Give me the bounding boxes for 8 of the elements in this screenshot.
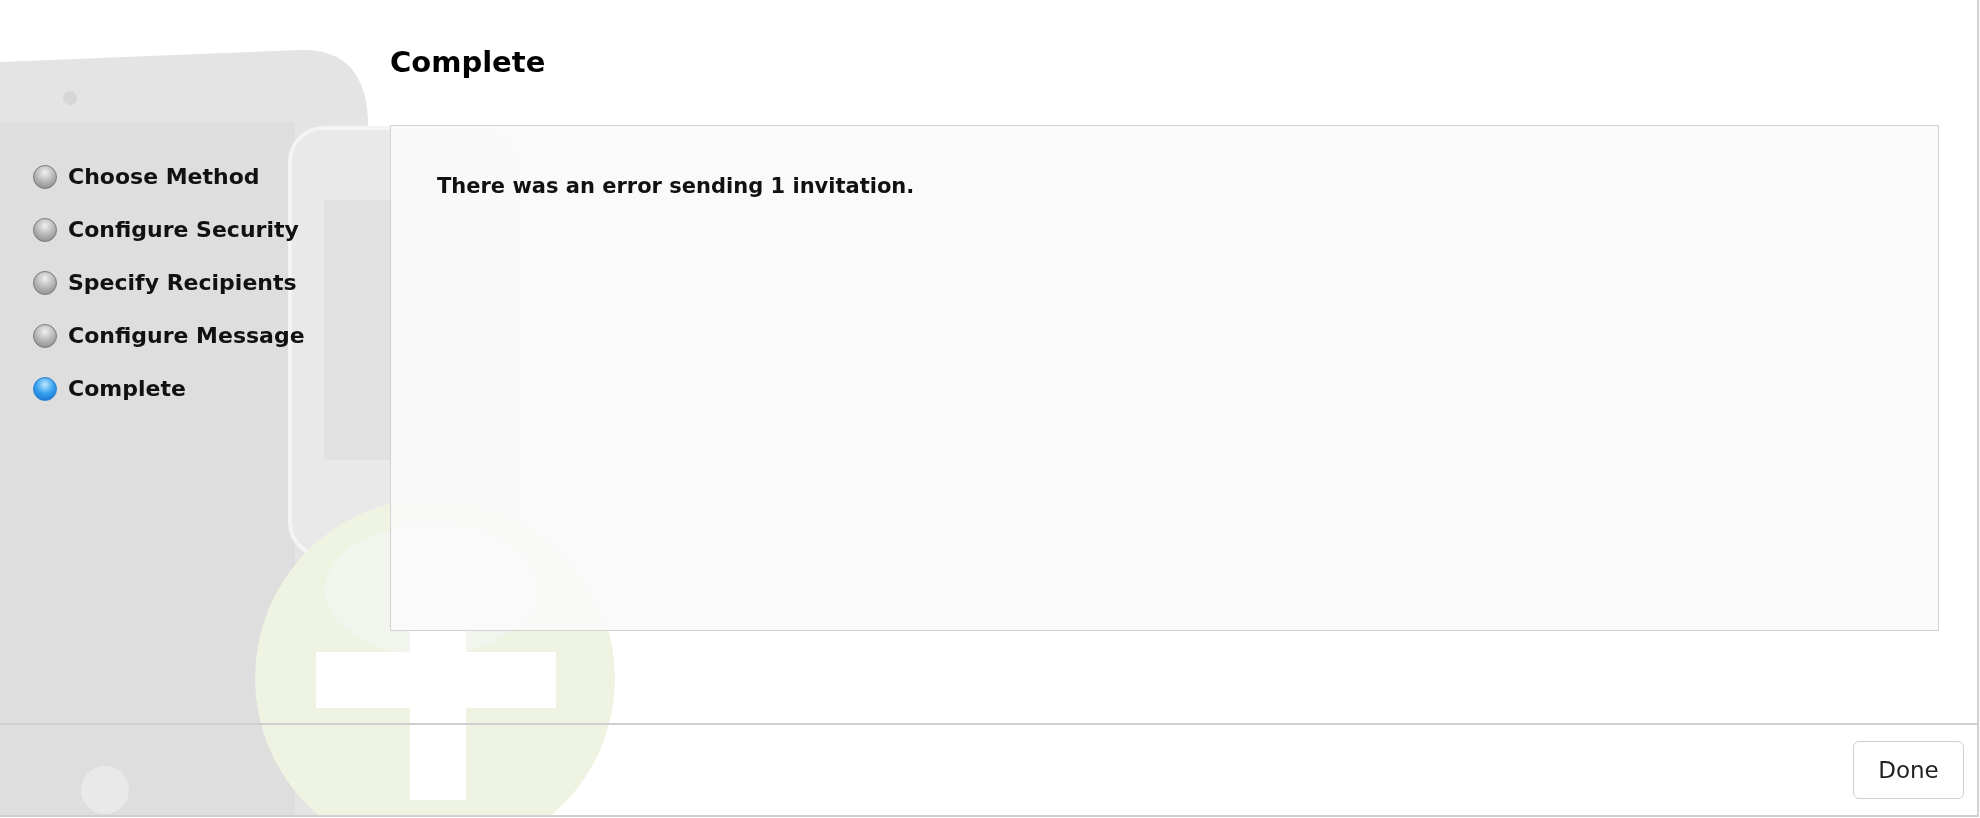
- wizard-step[interactable]: Configure Message: [33, 323, 305, 348]
- error-message: There was an error sending 1 invitation.: [437, 174, 915, 198]
- wizard-step[interactable]: Specify Recipients: [33, 270, 297, 295]
- page-title: Complete: [390, 44, 546, 81]
- wizard-step[interactable]: Configure Security: [33, 217, 299, 242]
- wizard-step[interactable]: Complete: [33, 376, 186, 401]
- done-button[interactable]: Done: [1853, 741, 1964, 799]
- wizard-step[interactable]: Choose Method: [33, 164, 260, 189]
